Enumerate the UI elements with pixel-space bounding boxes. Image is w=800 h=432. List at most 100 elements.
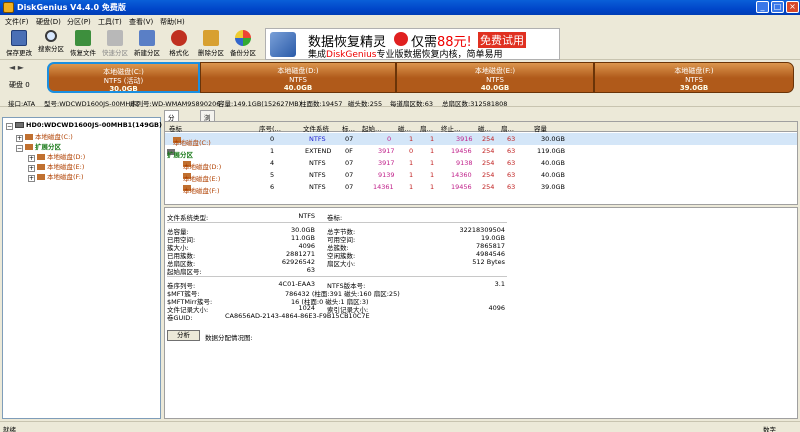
search-partition-button[interactable]: 搜索分区 <box>35 28 67 60</box>
hard-disk-icon <box>15 122 24 128</box>
disk-interface: 接口:ATA <box>8 100 36 108</box>
menu-tools[interactable]: 工具(T) <box>98 17 122 27</box>
backup-partition-icon <box>235 30 251 46</box>
format-label: 格式化 <box>169 49 189 57</box>
tab-browse-files[interactable]: 浏览文件 <box>200 110 215 152</box>
partition-bar-e[interactable]: 本地磁盘(E:) NTFS 40.0GB <box>396 62 594 93</box>
disk-info-line: 接口:ATA 型号:WDCWD1600JS-00MHB1 序列号:WD-WMAM… <box>0 96 800 108</box>
col-start-cyl[interactable]: 起始… <box>362 123 382 133</box>
col-end-sector[interactable]: 扇… <box>501 123 514 133</box>
banner-logo-icon <box>270 32 296 57</box>
disk-total-sectors: 总扇区数:312581808 <box>442 100 508 108</box>
close-button[interactable]: × <box>786 1 799 13</box>
minimize-button[interactable]: _ <box>756 1 769 13</box>
new-partition-button[interactable]: 新建分区 <box>131 28 163 60</box>
tree-partition-f[interactable]: + 本地磁盘(F:) <box>28 171 84 182</box>
restore-files-label: 恢复文件 <box>70 49 96 57</box>
menu-help[interactable]: 帮助(H) <box>160 17 185 27</box>
collapse-icon[interactable]: − <box>16 145 23 152</box>
new-partition-icon <box>139 30 155 46</box>
partition-bar-fs: NTFS <box>486 75 504 84</box>
col-end-cyl[interactable]: 终止… <box>441 123 461 133</box>
backup-partition-button[interactable]: 备份分区 <box>227 28 259 60</box>
menu-file[interactable]: 文件(F) <box>5 17 29 27</box>
partition-details: 文件系统类型: NTFS 卷标: 总容量: 30.0GB 总字节数: 32218… <box>164 207 798 419</box>
save-button[interactable]: 保存更改 <box>3 28 35 60</box>
ad-banner[interactable]: 数据恢复精灵 仅需88元! 免费试用 集成DiskGenius专业版数据恢复内核… <box>265 28 560 60</box>
format-button[interactable]: 格式化 <box>163 28 195 60</box>
save-icon <box>11 30 27 46</box>
col-index[interactable]: 序号(… <box>259 123 281 133</box>
app-icon <box>3 2 14 13</box>
partition-bar-size: 30.0GB <box>109 85 138 93</box>
collapse-icon[interactable]: − <box>6 123 13 130</box>
expand-icon[interactable]: + <box>28 175 35 182</box>
disk-nav-arrows[interactable]: ◄ ► <box>9 63 24 72</box>
numlock-indicator: 数字 <box>763 426 776 432</box>
restore-icon <box>75 30 91 46</box>
partition-bar-size: 40.0GB <box>480 84 510 92</box>
title-bar: DiskGenius V4.4.0 免费版 _ □ × <box>0 0 800 15</box>
partition-bar-f[interactable]: 本地磁盘(F:) NTFS 39.0GB <box>594 62 794 93</box>
disk-sectors-per-track: 每道扇区数:63 <box>390 100 433 108</box>
partition-table: 卷标 序号(… 文件系统 标… 起始… 磁… 扇… 终止… 磁… 扇… 容量 本… <box>164 121 798 205</box>
partition-icon <box>37 174 45 180</box>
table-header: 卷标 序号(… 文件系统 标… 起始… 磁… 扇… 终止… 磁… 扇… 容量 <box>165 122 797 133</box>
banner-seal-icon <box>394 32 408 46</box>
search-icon <box>45 30 57 42</box>
menu-bar: 文件(F) 硬盘(D) 分区(P) 工具(T) 查看(V) 帮助(H) <box>0 15 800 28</box>
partition-icon <box>37 154 45 160</box>
partition-icon <box>25 134 33 140</box>
alloc-map-label: 数据分配情况图: <box>205 334 253 342</box>
partition-bar-size: 40.0GB <box>283 84 313 92</box>
table-row[interactable]: 本地磁盘(E:) 5 NTFS 07 9139 1 1 14360 254 63… <box>165 169 797 183</box>
window-title: DiskGenius V4.4.0 免费版 <box>17 3 126 12</box>
partition-bar-name: 本地磁盘(C:) <box>103 68 144 76</box>
partition-bar-name: 本地磁盘(F:) <box>674 67 714 75</box>
fs-type-value: NTFS <box>298 212 315 220</box>
quick-partition-label: 快速分区 <box>102 49 128 57</box>
partition-bar-fs: NTFS <box>289 75 307 84</box>
col-id[interactable]: 标… <box>342 123 355 133</box>
restore-files-button[interactable]: 恢复文件 <box>67 28 99 60</box>
partition-bar-c[interactable]: 本地磁盘(C:) NTFS (活动) 30.0GB <box>47 62 200 93</box>
partition-bar-d[interactable]: 本地磁盘(D:) NTFS 40.0GB <box>200 62 396 93</box>
banner-free-trial: 免费试用 <box>478 32 526 48</box>
col-fs[interactable]: 文件系统 <box>303 123 329 133</box>
col-start-sector[interactable]: 扇… <box>420 123 433 133</box>
partition-bar-fs: NTFS <box>685 75 703 84</box>
table-row[interactable]: 本地磁盘(F:) 6 NTFS 07 14361 1 1 19456 254 6… <box>165 181 797 195</box>
table-row[interactable]: 本地磁盘(D:) 4 NTFS 07 3917 1 1 9138 254 63 … <box>165 157 797 171</box>
menu-disk[interactable]: 硬盘(D) <box>36 17 61 27</box>
col-start-head[interactable]: 磁… <box>398 123 411 133</box>
partition-bar-name: 本地磁盘(D:) <box>277 67 319 75</box>
format-icon <box>171 30 187 46</box>
save-label: 保存更改 <box>6 49 32 57</box>
partition-bar-fs: NTFS (活动) <box>103 76 144 85</box>
tree-disk-node[interactable]: − HD0:WDCWD1600JS-00MHB1(149GB) <box>6 121 162 130</box>
quick-partition-icon <box>107 30 123 46</box>
disk-label: 硬盘 0 <box>9 81 30 89</box>
col-capacity[interactable]: 容量 <box>534 123 547 133</box>
partition-bar-name: 本地磁盘(E:) <box>474 67 516 75</box>
disk-serial: 序列号:WD-WMAM9S890206 <box>130 100 221 108</box>
backup-partition-label: 备份分区 <box>230 49 256 57</box>
analyze-button[interactable]: 分析 <box>167 330 200 341</box>
disk-tree: − HD0:WDCWD1600JS-00MHB1(149GB) + 本地磁盘(C:)… <box>2 117 162 419</box>
quick-partition-button[interactable]: 快速分区 <box>99 28 131 60</box>
maximize-button[interactable]: □ <box>771 1 784 13</box>
menu-partition[interactable]: 分区(P) <box>67 17 91 27</box>
status-text: 就绪 <box>3 426 16 432</box>
col-volume[interactable]: 卷标 <box>169 123 182 133</box>
table-row[interactable]: − 扩展分区 1 EXTEND 0F 3917 0 1 19456 254 63… <box>165 145 797 159</box>
partition-icon <box>25 144 33 150</box>
new-partition-label: 新建分区 <box>134 49 160 57</box>
tab-partition-params[interactable]: 分区参数 <box>164 110 179 152</box>
delete-partition-button[interactable]: 删除分区 <box>195 28 227 60</box>
volume-guid: CA8656AD-2143-4864-86E3-F9B15CB10C7E <box>225 312 370 320</box>
menu-view[interactable]: 查看(V) <box>129 17 153 27</box>
table-row[interactable]: 本地磁盘(C:) 0 NTFS 07 0 1 1 3916 254 63 30.… <box>165 133 797 147</box>
col-end-head[interactable]: 磁… <box>478 123 491 133</box>
disk-map: ◄ ► 硬盘 0 本地磁盘(C:) NTFS (活动) 30.0GB 本地磁盘(… <box>0 60 800 95</box>
status-bar: 就绪 数字 <box>0 421 800 432</box>
